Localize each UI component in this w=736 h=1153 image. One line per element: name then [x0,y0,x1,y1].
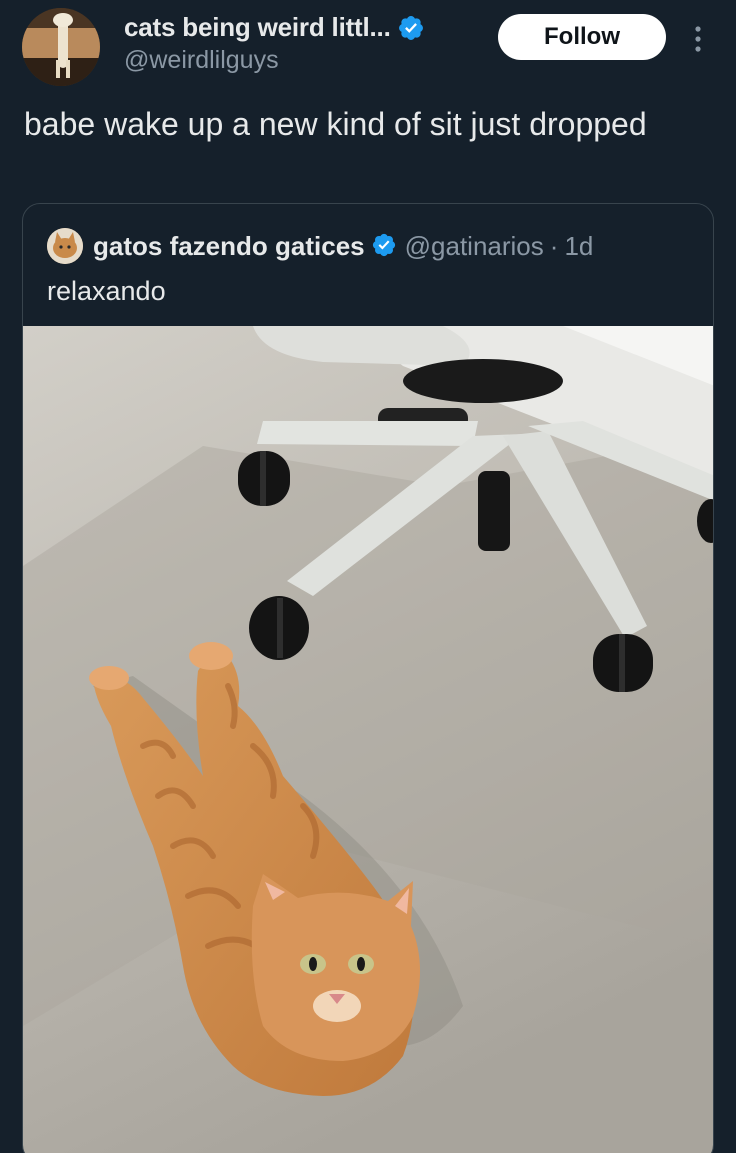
quoted-author-handle[interactable]: @gatinarios [405,231,544,262]
separator-dot: · [549,230,559,261]
more-options-icon[interactable] [686,20,710,60]
tweet: cats being weird littl... @weirdlilguys … [0,0,736,1153]
author-display-name[interactable]: cats being weird littl... [124,12,391,43]
quoted-tweet[interactable]: gatos fazendo gatices @gatinarios · 1d r… [22,203,714,1153]
quoted-tweet-photo[interactable] [23,326,713,1153]
verified-badge-icon [397,14,425,42]
quoted-tweet-text: relaxando [47,276,166,306]
quoted-author-display-name[interactable]: gatos fazendo gatices [93,231,365,262]
quoted-tweet-timestamp[interactable]: 1d [564,231,593,262]
author-name-row: cats being weird littl... [124,12,425,43]
author-handle[interactable]: @weirdlilguys [124,46,279,75]
verified-badge-icon [371,232,399,260]
tweet-header: cats being weird littl... @weirdlilguys … [0,0,736,90]
quoted-tweet-header: gatos fazendo gatices @gatinarios · 1d [47,228,593,264]
tweet-text: babe wake up a new kind of sit just drop… [24,106,647,142]
follow-button[interactable]: Follow [498,14,666,60]
quoted-author-avatar[interactable] [47,228,83,264]
author-avatar[interactable] [22,8,100,86]
chair-wheel [238,451,290,506]
